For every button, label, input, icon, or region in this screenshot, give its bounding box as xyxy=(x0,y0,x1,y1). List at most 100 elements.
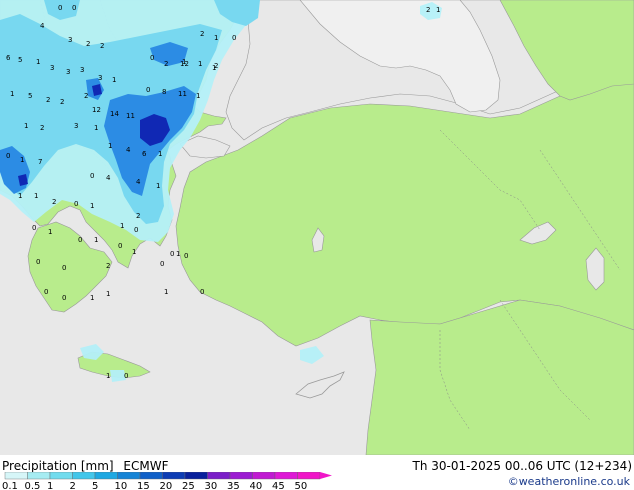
legend-tick-label: 50 xyxy=(295,481,308,490)
precipitation-map: 0 043 2 26 5 13 3 33210 1 1 22 1 0122 10 8 11 11 5 2 212 14 1… xyxy=(0,0,634,455)
station-value: 0 xyxy=(146,86,150,94)
station-value: 4 xyxy=(126,146,131,154)
legend-swatch xyxy=(139,472,163,480)
station-value: 2 xyxy=(60,98,64,106)
station-value: 1 xyxy=(132,248,136,256)
station-value: 11 xyxy=(126,112,135,120)
station-value: 0 xyxy=(118,242,122,250)
legend-tick-label: 45 xyxy=(272,481,285,490)
station-value: 0 xyxy=(78,236,82,244)
credit-link[interactable]: ©weatheronline.co.uk xyxy=(508,475,630,489)
legend-tick-label: 30 xyxy=(205,481,218,490)
legend-tick-label: 0.1 xyxy=(2,481,18,490)
station-value: 1 xyxy=(120,222,124,230)
station-value: 1 xyxy=(164,288,168,296)
legend-tick-label: 2 xyxy=(70,481,76,490)
station-value: 2 xyxy=(106,262,110,270)
station-value: 2 xyxy=(40,124,44,132)
station-value: 0 xyxy=(134,226,138,234)
station-value: 12 xyxy=(92,106,101,114)
station-value: 2 xyxy=(46,96,50,104)
station-value: 0 xyxy=(62,264,66,272)
station-value: 1 xyxy=(48,228,52,236)
station-value: 0 xyxy=(32,224,36,232)
legend-model: ECMWF xyxy=(123,459,169,473)
station-value: 14 xyxy=(110,110,119,118)
station-value: 1 xyxy=(20,156,24,164)
station-value: 3 xyxy=(74,122,78,130)
legend-color-scale: 0.1 0.5 1 2 5 10 15 20 25 30 35 40 45 50 xyxy=(2,472,332,490)
legend-swatch xyxy=(207,472,231,480)
legend-swatch xyxy=(184,472,208,480)
station-value: 1 xyxy=(34,192,38,200)
legend-title-text: Precipitation [mm] xyxy=(2,459,114,473)
legend-tick-label: 10 xyxy=(115,481,128,490)
station-value: 1 xyxy=(198,60,202,68)
legend-bar: Precipitation [mm] ECMWF Th 30-01-2025 0… xyxy=(0,455,634,490)
station-value: 2 xyxy=(164,60,168,68)
station-value: 2 xyxy=(200,30,204,38)
legend-swatch xyxy=(162,472,186,480)
station-value: 11 xyxy=(178,90,187,98)
legend-tick-label: 25 xyxy=(182,481,195,490)
station-value: 0 xyxy=(232,34,236,42)
station-value: 3 xyxy=(80,66,84,74)
station-value: 0 xyxy=(72,4,76,12)
station-value: 1 xyxy=(94,236,98,244)
station-value: 1 xyxy=(158,150,162,158)
station-value: 0 xyxy=(6,152,10,160)
station-value: 1 xyxy=(212,64,216,72)
station-value: 0 xyxy=(200,288,204,296)
station-value: 4 xyxy=(106,174,111,182)
station-value: 5 xyxy=(18,56,22,64)
station-value: 2 xyxy=(84,92,88,100)
station-value: 3 xyxy=(66,68,70,76)
station-value: 3 xyxy=(68,36,72,44)
station-value: 6 xyxy=(6,54,11,62)
legend-swatch xyxy=(117,472,141,480)
legend-tick-label: 15 xyxy=(137,481,150,490)
legend-tick-label: 0.5 xyxy=(25,481,41,490)
station-value: 0 xyxy=(44,288,48,296)
station-value: 0 xyxy=(150,54,154,62)
station-value: 1 xyxy=(196,92,200,100)
station-value: 0 xyxy=(58,4,62,12)
legend-tick-label: 40 xyxy=(250,481,263,490)
legend-swatch xyxy=(49,472,73,480)
station-value: 4 xyxy=(136,178,141,186)
station-value: 1 xyxy=(436,6,440,14)
legend-swatch xyxy=(4,472,28,480)
station-value: 0 xyxy=(124,372,128,380)
legend-swatch xyxy=(297,472,321,480)
station-value: 0 xyxy=(62,294,66,302)
legend-tick-label: 1 xyxy=(47,481,53,490)
station-value: 1 xyxy=(94,124,98,132)
station-value: 5 xyxy=(28,92,32,100)
legend-swatch xyxy=(72,472,96,480)
station-value: 1 xyxy=(112,76,116,84)
station-value: 4 xyxy=(40,22,45,30)
legend-swatch xyxy=(229,472,253,480)
station-value: 1 xyxy=(106,372,110,380)
station-value: 2 xyxy=(426,6,430,14)
station-value: 2 xyxy=(100,42,104,50)
station-value: 3 xyxy=(50,64,54,72)
station-value: 1 xyxy=(10,90,14,98)
station-value: 0 xyxy=(170,250,174,258)
station-value: 0 xyxy=(184,252,188,260)
station-value: 3 xyxy=(98,74,102,82)
station-value: 1 xyxy=(36,58,40,66)
station-value: 1 xyxy=(18,192,22,200)
station-value: 6 xyxy=(142,150,147,158)
valid-time: Th 30-01-2025 00..06 UTC (12+234) xyxy=(412,459,632,473)
station-value: 2 xyxy=(136,212,140,220)
station-value: 1 xyxy=(90,294,94,302)
station-value: 1 xyxy=(106,290,110,298)
station-value: 0 xyxy=(74,200,78,208)
legend-swatch xyxy=(94,472,118,480)
legend-tick-label: 35 xyxy=(227,481,240,490)
station-value: 1 xyxy=(156,182,160,190)
station-value: 12 xyxy=(180,60,189,68)
station-value: 8 xyxy=(162,88,166,96)
legend-swatch xyxy=(274,472,298,480)
